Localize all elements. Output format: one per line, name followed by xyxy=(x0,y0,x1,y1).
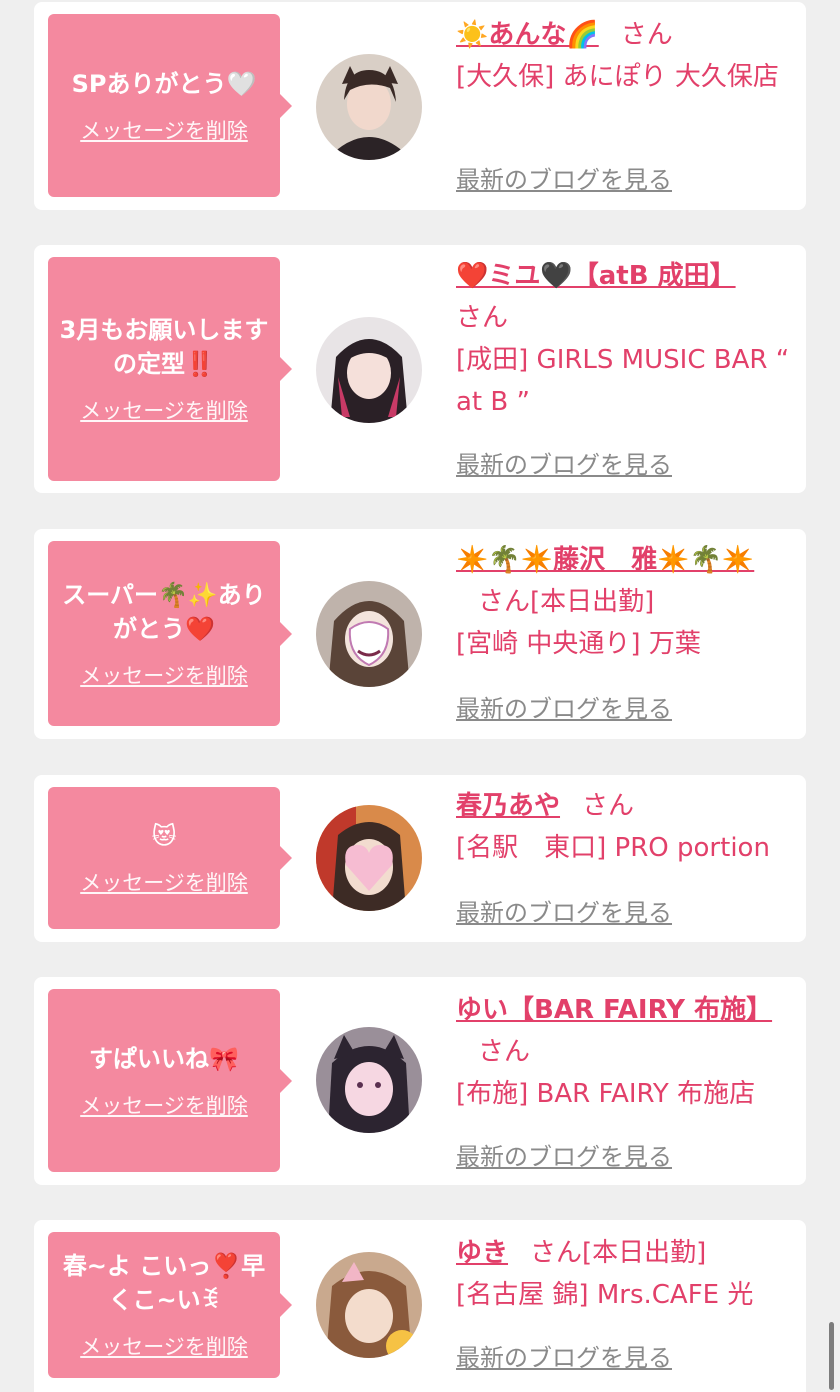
message-text: SPありがとう🤍 xyxy=(71,69,257,98)
message-card-6: 春~よ こいっ❣️早くこ~いꉂ メッセージを削除 ゆき さん[本日出勤] [名古屋… xyxy=(34,1220,806,1392)
message-text: 3月もお願いしますの定型‼️ xyxy=(59,316,269,378)
delete-message-link[interactable]: メッセージを削除 xyxy=(80,1331,248,1361)
avatar[interactable] xyxy=(316,581,422,687)
cast-name-link[interactable]: ゆき xyxy=(456,1238,508,1268)
message-bubble: SPありがとう🤍 メッセージを削除 xyxy=(48,14,292,197)
honorific: さん xyxy=(456,303,509,333)
message-bubble: 春~よ こいっ❣️早くこ~いꉂ メッセージを削除 xyxy=(48,1232,292,1378)
delete-message-link[interactable]: メッセージを削除 xyxy=(80,395,248,425)
message-text: スーパー🌴✨ありがとう❤️ xyxy=(62,580,266,643)
avatar[interactable] xyxy=(316,1027,422,1133)
cast-name-link[interactable]: ☀️あんな🌈 xyxy=(456,20,599,50)
message-text: すぱいいね🎀 xyxy=(89,1044,239,1073)
delete-message-link[interactable]: メッセージを削除 xyxy=(80,115,248,145)
cast-name-link[interactable]: ❤️ミユ🖤【atB 成田】 xyxy=(456,261,736,291)
message-card-4: 😻 メッセージを削除 春乃あや さん [名駅 東口] PRO portion 最新… xyxy=(34,775,806,942)
latest-blog-link[interactable]: 最新のブログを見る xyxy=(456,1338,672,1373)
honorific: さん xyxy=(478,587,531,617)
latest-blog-link[interactable]: 最新のブログを見る xyxy=(456,445,672,480)
cast-name-link[interactable]: ✴️🌴✴️藤沢 雅✴️🌴✴️ xyxy=(456,545,754,575)
attendance-status: [本日出勤] xyxy=(582,1238,707,1268)
shop-name: [布施] BAR FAIRY 布施店 xyxy=(456,1079,756,1109)
message-bubble: すぱいいね🎀 メッセージを削除 xyxy=(48,989,292,1172)
message-card-2: 3月もお願いしますの定型‼️ メッセージを削除 ❤️ミユ🖤【atB 成田】 さん… xyxy=(34,245,806,493)
shop-name: [名古屋 錦] Mrs.CAFE 光 xyxy=(456,1280,754,1310)
shop-name: [宮崎 中央通り] 万葉 xyxy=(456,629,701,659)
cast-name-link[interactable]: ゆい【BAR FAIRY 布施】 xyxy=(456,995,772,1025)
message-bubble: スーパー🌴✨ありがとう❤️ メッセージを削除 xyxy=(48,541,292,726)
latest-blog-link[interactable]: 最新のブログを見る xyxy=(456,689,672,724)
honorific: さん xyxy=(478,1037,531,1067)
cast-info: ゆい【BAR FAIRY 布施】さん [布施] BAR FAIRY 布施店 xyxy=(456,989,796,1115)
shop-name: [大久保] あにぽり 大久保店 xyxy=(456,62,779,92)
message-bubble: 3月もお願いしますの定型‼️ メッセージを削除 xyxy=(48,257,292,481)
cast-name-link[interactable]: 春乃あや xyxy=(456,791,560,821)
cast-info: ゆき さん[本日出勤] [名古屋 錦] Mrs.CAFE 光 xyxy=(456,1232,796,1316)
honorific: さん xyxy=(620,20,673,50)
honorific: さん xyxy=(530,1238,583,1268)
avatar[interactable] xyxy=(316,1252,422,1358)
message-text: 😻 xyxy=(151,822,177,850)
avatar[interactable] xyxy=(316,805,422,911)
message-card-3: スーパー🌴✨ありがとう❤️ メッセージを削除 ✴️🌴✴️藤沢 雅✴️🌴✴️さん[… xyxy=(34,529,806,739)
cast-info: ☀️あんな🌈 さん [大久保] あにぽり 大久保店 xyxy=(456,14,796,98)
message-text: 春~よ こいっ❣️早くこ~いꉂ xyxy=(62,1252,266,1314)
delete-message-link[interactable]: メッセージを削除 xyxy=(80,660,248,690)
attendance-status: [本日出勤] xyxy=(530,587,655,617)
honorific: さん xyxy=(582,791,635,821)
latest-blog-link[interactable]: 最新のブログを見る xyxy=(456,1137,672,1172)
cast-info: ❤️ミユ🖤【atB 成田】 さん [成田] GIRLS MUSIC BAR “ … xyxy=(456,255,796,423)
message-card-1: SPありがとう🤍 メッセージを削除 ☀️あんな🌈 さん [大久保] あにぽり 大久… xyxy=(34,2,806,210)
delete-message-link[interactable]: メッセージを削除 xyxy=(80,867,248,897)
cast-info: 春乃あや さん [名駅 東口] PRO portion xyxy=(456,785,796,869)
message-bubble: 😻 メッセージを削除 xyxy=(48,787,292,929)
avatar[interactable] xyxy=(316,54,422,160)
shop-name: [名駅 東口] PRO portion xyxy=(456,833,770,863)
latest-blog-link[interactable]: 最新のブログを見る xyxy=(456,893,672,928)
shop-name: [成田] GIRLS MUSIC BAR “ at B ” xyxy=(456,345,790,417)
scrollbar[interactable] xyxy=(829,1322,834,1390)
avatar[interactable] xyxy=(316,317,422,423)
delete-message-link[interactable]: メッセージを削除 xyxy=(80,1090,248,1120)
cast-info: ✴️🌴✴️藤沢 雅✴️🌴✴️ さん[本日出勤] [宮崎 中央通り] 万葉 xyxy=(456,539,796,665)
message-card-5: すぱいいね🎀 メッセージを削除 ゆい【BAR FAIRY 布施】さん [布施] … xyxy=(34,977,806,1185)
latest-blog-link[interactable]: 最新のブログを見る xyxy=(456,160,672,195)
